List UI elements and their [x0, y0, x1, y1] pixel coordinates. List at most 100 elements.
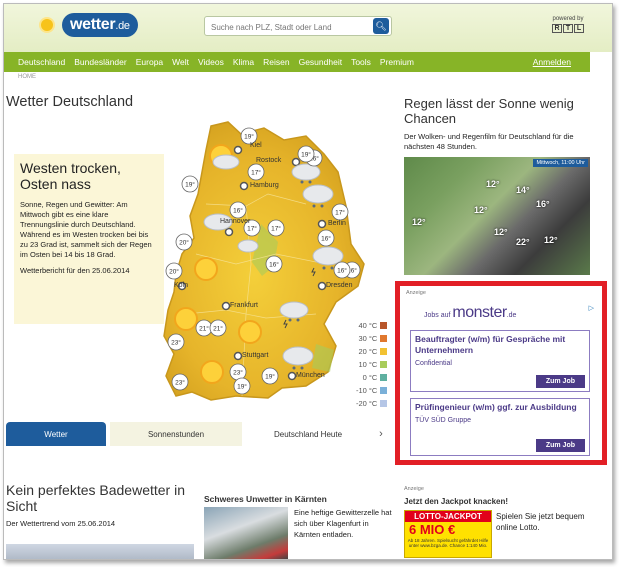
job-company: Confidential [415, 360, 452, 367]
temperature-value: 16° [321, 235, 331, 243]
lotto-banner-top: LOTTO-JACKPOT [405, 511, 491, 522]
job-card[interactable]: Beauftragter (w/m) für Gespräche mit Unt… [410, 330, 590, 392]
nav-item-deutschland[interactable]: Deutschland [18, 57, 65, 67]
zum-job-button[interactable]: Zum Job [535, 375, 585, 388]
city-label[interactable]: Berlin [328, 220, 346, 227]
job-card[interactable]: Prüfingenieur (w/m) ggf. zur Ausbildung … [410, 398, 590, 456]
lotto-text[interactable]: Spielen Sie jetzt bequem online Lotto. [496, 511, 606, 533]
temperature-value: 19° [265, 373, 275, 381]
temperature-value: 16° [337, 267, 347, 275]
legend-label: -10 °C [356, 386, 378, 395]
legend-entry: 20 °C [356, 345, 388, 358]
rtl-logo[interactable]: R T L [552, 24, 584, 33]
legend-swatch [380, 348, 388, 355]
radar-temp: 12° [474, 205, 488, 215]
legend-entry: -20 °C [356, 397, 388, 410]
temperature-value: 23° [175, 379, 185, 387]
sun-logo-icon [36, 14, 58, 36]
nav-item-tools[interactable]: Tools [351, 57, 371, 67]
radar-description: Der Wolken- und Regenfilm für Deutschlan… [404, 132, 574, 151]
radar-temp: 16° [536, 199, 550, 209]
monster-tld: .de [506, 312, 517, 319]
lotto-heading[interactable]: Jetzt den Jackpot knacken! [404, 497, 508, 506]
nav-item-gesundheit[interactable]: Gesundheit [299, 57, 342, 67]
powered-by-label: powered by [552, 16, 584, 22]
forecast-headline[interactable]: Westen trocken, Osten nass [20, 160, 158, 192]
news-image[interactable] [204, 507, 288, 559]
lotto-banner-amount: 6 MIO € [409, 522, 456, 537]
legend-label: 10 °C [358, 360, 378, 369]
site-logo[interactable]: wetter.de [36, 12, 138, 38]
nav-item-europa[interactable]: Europa [136, 57, 163, 67]
news-title[interactable]: Schweres Unwetter in Kärnten [204, 494, 327, 504]
city-label[interactable]: Rostock [256, 157, 281, 164]
tab-wetter[interactable]: Wetter [6, 422, 106, 446]
city-label[interactable]: Kiel [250, 142, 262, 149]
rtl-letter: T [563, 24, 573, 33]
lotto-banner-small: Ab 18 Jahren. Spielsucht gefährdet Hilfe… [407, 538, 489, 548]
logo-text: wetter.de [62, 13, 138, 37]
tab-deutschland-heute[interactable]: Deutschland Heute [242, 422, 374, 446]
city-label[interactable]: Stuttgart [242, 352, 268, 359]
legend-entry: 30 °C [356, 332, 388, 345]
trend-headline[interactable]: Kein perfektes Badewetter in Sicht [6, 482, 196, 514]
nav-item-klima[interactable]: Klima [233, 57, 254, 67]
radar-temp: 22° [516, 237, 530, 247]
job-title[interactable]: Beauftragter (w/m) für Gespräche mit Unt… [415, 334, 585, 356]
legend-swatch [380, 400, 388, 407]
legend-entry: 0 °C [356, 371, 388, 384]
legend-label: -20 °C [356, 399, 378, 408]
nav-item-videos[interactable]: Videos [198, 57, 224, 67]
search-input[interactable] [205, 18, 370, 37]
search-icon: 🔍︎ [375, 21, 387, 31]
adchoices-icon[interactable]: ▷ [589, 304, 594, 312]
ad-label: Anzeige [406, 290, 426, 296]
trend-image[interactable] [6, 544, 194, 559]
ad-label: Anzeige [404, 486, 424, 492]
logo-tld: .de [115, 20, 130, 32]
lotto-banner[interactable]: LOTTO-JACKPOT 6 MIO € Ab 18 Jahren. Spie… [404, 510, 492, 558]
temperature-value: 19° [244, 133, 254, 141]
tabs-next-arrow-icon[interactable]: › [374, 422, 388, 446]
radar-temp: 14° [516, 185, 530, 195]
nav-item-welt[interactable]: Welt [172, 57, 189, 67]
legend-swatch [380, 374, 388, 381]
job-company: TÜV SÜD Gruppe [415, 417, 472, 424]
nav-item-premium[interactable]: Premium [380, 57, 414, 67]
city-label[interactable]: Hamburg [250, 182, 279, 189]
city-label[interactable]: München [296, 372, 325, 379]
job-title[interactable]: Prüfingenieur (w/m) ggf. zur Ausbildung [415, 402, 585, 413]
legend-entry: -10 °C [356, 384, 388, 397]
breadcrumb[interactable]: HOME [18, 74, 36, 80]
legend-swatch [380, 361, 388, 368]
zum-job-button[interactable]: Zum Job [535, 439, 585, 452]
radar-video[interactable]: Mittwoch, 11:00 Uhr 12° 14° 12° 16° 12° … [404, 157, 590, 275]
radar-headline[interactable]: Regen lässt der Sonne wenig Chancen [404, 96, 604, 126]
browser-frame: wetter.de 🔍︎ powered by R T L Deutschlan… [3, 3, 613, 560]
city-label[interactable]: Frankfurt [230, 302, 258, 309]
legend-label: 0 °C [362, 373, 378, 382]
temperature-value: 17° [271, 225, 281, 233]
temperature-value: 17° [247, 225, 257, 233]
city-label[interactable]: Hannover [220, 218, 250, 225]
radar-temp: 12° [544, 235, 558, 245]
login-link[interactable]: Anmelden [533, 57, 571, 67]
radar-temp: 12° [412, 217, 426, 227]
legend-swatch [380, 335, 388, 342]
monster-logo[interactable]: Jobs auf monster.de [424, 304, 516, 322]
trend-subtitle: Der Wettertrend vom 25.06.2014 [6, 519, 116, 528]
legend-label: 20 °C [358, 347, 378, 356]
search-box: 🔍︎ [204, 16, 392, 37]
city-label[interactable]: Köln [174, 282, 188, 289]
temperature-value: 17° [335, 209, 345, 217]
search-button[interactable]: 🔍︎ [373, 18, 389, 34]
temperature-value: 23° [233, 369, 243, 377]
city-label[interactable]: Dresden [326, 282, 352, 289]
nav-item-bundeslaender[interactable]: Bundesländer [74, 57, 126, 67]
radar-timestamp: Mittwoch, 11:00 Uhr [533, 159, 588, 167]
tab-sonnenstunden[interactable]: Sonnenstunden [110, 422, 242, 446]
weather-map[interactable]: 19° 16° 17° 17° 17° 20° 16° 21° 23° 19° 19° 16° 19° 1… [6, 114, 386, 414]
nav-item-reisen[interactable]: Reisen [263, 57, 289, 67]
site-header: wetter.de 🔍︎ powered by R T L [4, 4, 612, 52]
temperature-value: 20° [169, 268, 179, 276]
